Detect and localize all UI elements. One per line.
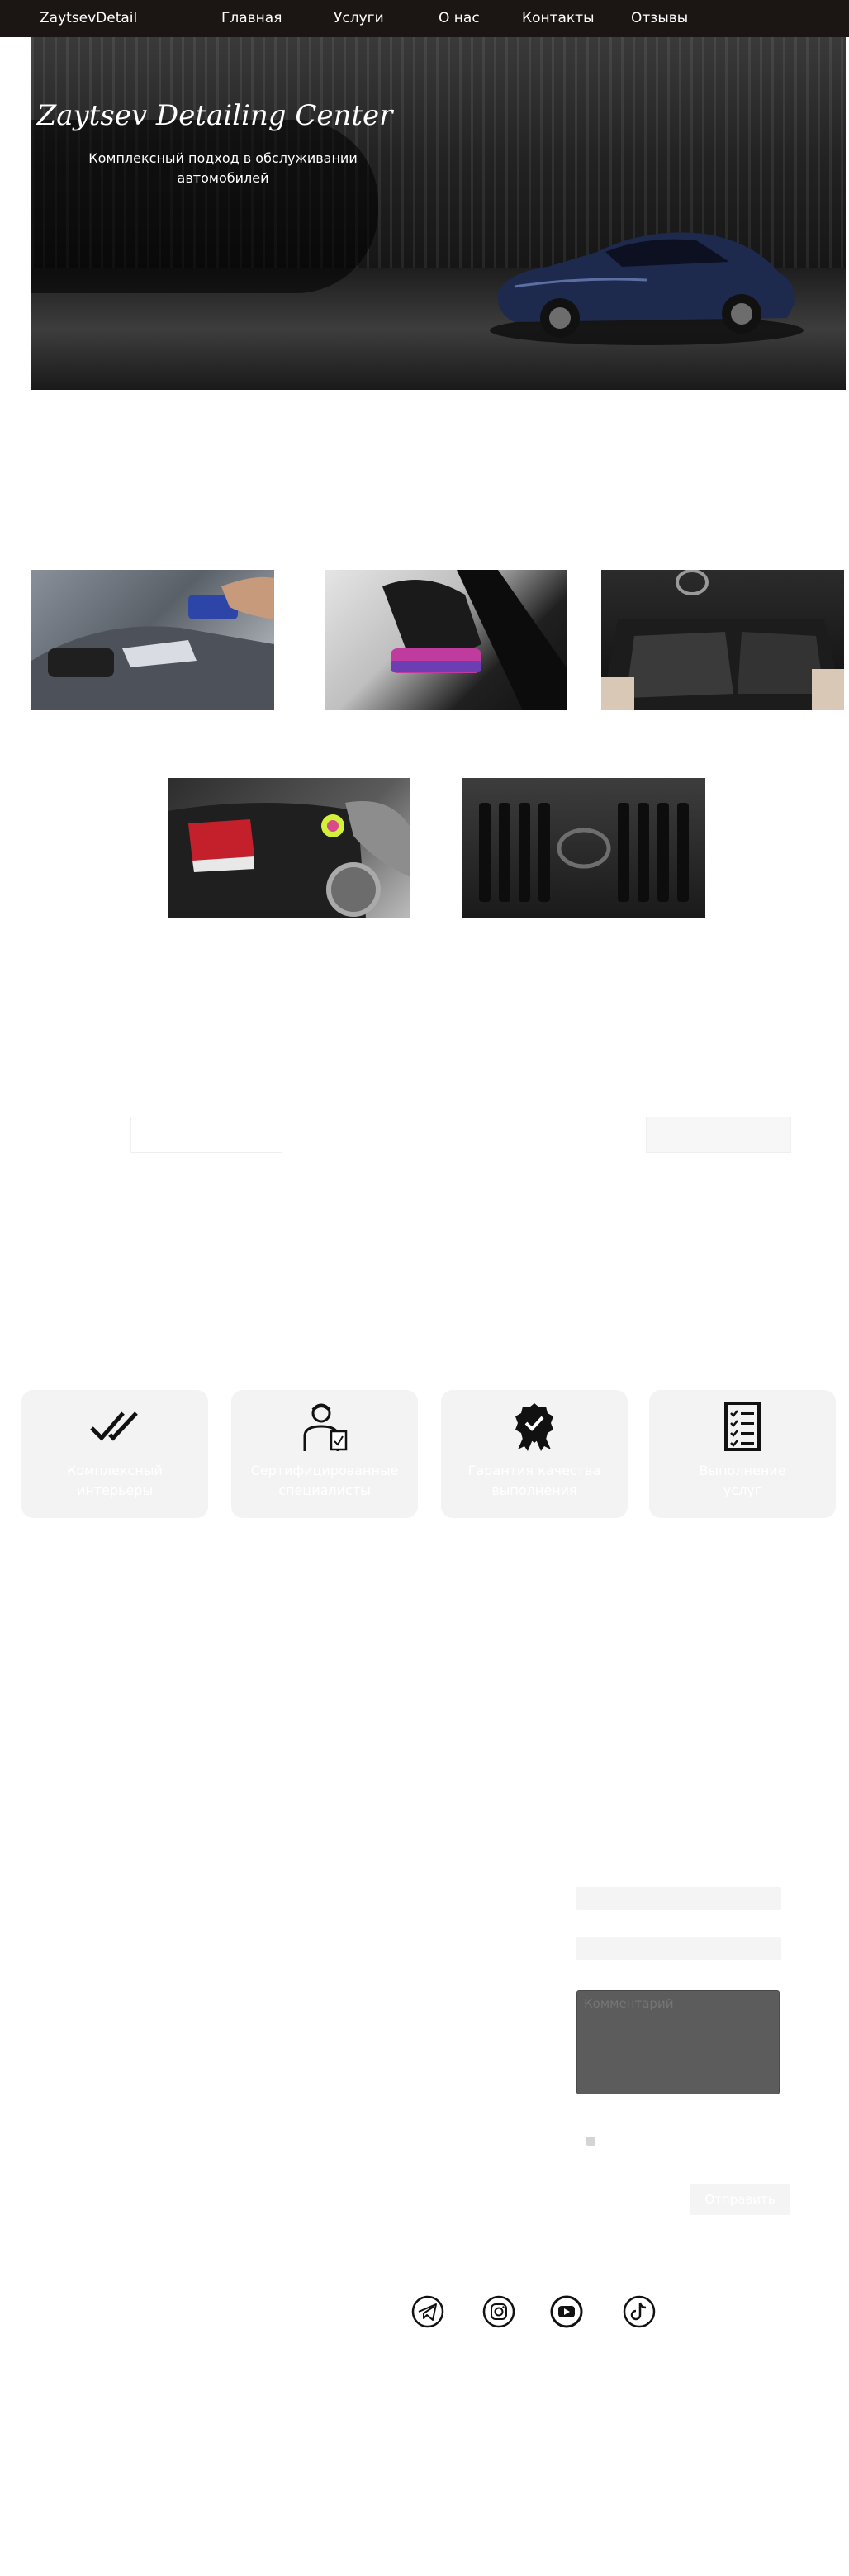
service-photo-film-wrap[interactable] xyxy=(31,570,274,710)
award-badge-icon xyxy=(515,1403,553,1451)
tiktok-icon[interactable] xyxy=(623,2295,656,2328)
double-check-icon xyxy=(90,1411,138,1441)
feature-text: Гарантия качества выполнения xyxy=(449,1461,619,1501)
site-logo[interactable]: ZaytsevDetail xyxy=(40,10,137,26)
feature-line: Выполнение xyxy=(699,1463,786,1478)
feature-card: Выполнение услуг xyxy=(649,1390,836,1518)
service-photo-grille[interactable] xyxy=(462,778,705,918)
buffing-illustration xyxy=(168,801,410,918)
nav-link-reviews[interactable]: Отзывы xyxy=(631,10,688,26)
hero-banner xyxy=(31,37,846,390)
feature-line: Сертифицированные xyxy=(250,1463,399,1478)
feature-text: Сертифицированные специалисты xyxy=(240,1461,410,1501)
hero-subtitle-line: Комплексный подход в обслуживании xyxy=(88,150,358,166)
service-photo-buffing[interactable] xyxy=(168,778,410,918)
hero-text-panel xyxy=(31,120,378,293)
name-field[interactable] xyxy=(576,1887,781,1910)
right-action-button[interactable] xyxy=(646,1117,791,1153)
feature-line: услуг xyxy=(723,1483,762,1498)
feature-card: Сертифицированные специалисты xyxy=(231,1390,418,1518)
checklist-icon xyxy=(724,1402,761,1451)
comment-field[interactable] xyxy=(576,1990,780,2094)
telegram-icon[interactable] xyxy=(411,2295,444,2328)
grille-illustration xyxy=(479,803,689,902)
submit-button[interactable]: Отправить xyxy=(690,2184,790,2215)
feature-line: выполнения xyxy=(491,1483,577,1498)
service-photo-polish[interactable] xyxy=(325,570,567,710)
car-hood-illustration xyxy=(31,576,274,710)
feature-card: Гарантия качества выполнения xyxy=(441,1390,628,1518)
feature-text: Комплексный интерьеры xyxy=(30,1461,200,1501)
hero-subtitle: Комплексный подход в обслуживании автомо… xyxy=(50,149,396,188)
youtube-icon[interactable] xyxy=(550,2295,583,2328)
glove-polish-illustration xyxy=(382,570,567,710)
specialist-icon xyxy=(303,1403,348,1451)
nav-link-home[interactable]: Главная xyxy=(221,10,282,26)
nav-link-contacts[interactable]: Контакты xyxy=(522,10,595,26)
feature-line: Гарантия качества xyxy=(467,1463,601,1478)
hero-subtitle-line: автомобилей xyxy=(177,170,269,186)
feature-card: Комплексный интерьеры xyxy=(21,1390,208,1518)
feature-text: Выполнение услуг xyxy=(657,1461,828,1501)
feature-line: интерьеры xyxy=(76,1483,154,1498)
car-interior-illustration xyxy=(601,570,844,710)
feature-line: Комплексный xyxy=(67,1463,163,1478)
phone-field[interactable] xyxy=(576,1937,781,1960)
sports-car-image xyxy=(490,232,804,345)
hero-title: Zaytsev Detailing Center xyxy=(36,99,393,132)
nav-link-services[interactable]: Услуги xyxy=(334,10,384,26)
instagram-icon[interactable] xyxy=(482,2295,515,2328)
left-action-button[interactable] xyxy=(130,1117,282,1153)
service-photo-interior[interactable] xyxy=(601,570,844,710)
feature-line: специалисты xyxy=(278,1483,371,1498)
consent-checkbox[interactable] xyxy=(586,2137,595,2146)
nav-link-about[interactable]: О нас xyxy=(439,10,480,26)
